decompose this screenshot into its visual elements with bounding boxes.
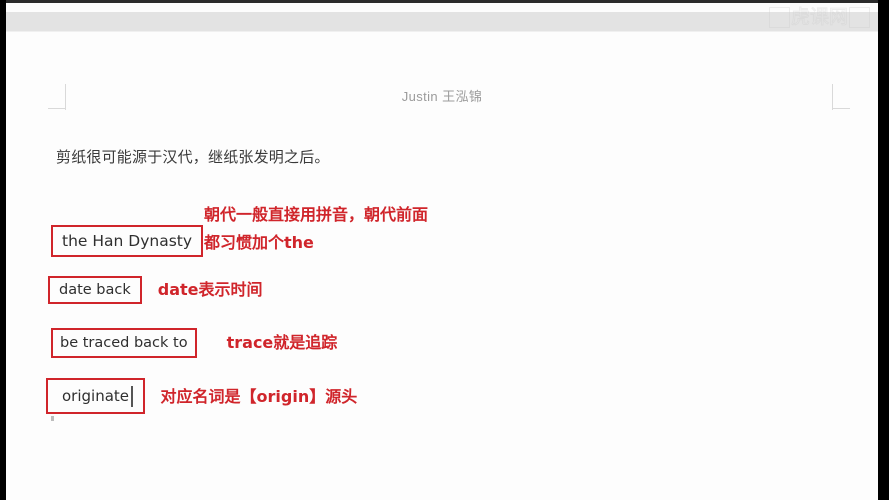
watermark-text: 虎课网 bbox=[790, 6, 848, 29]
text-cursor-caret bbox=[131, 385, 133, 407]
annotation-note-date-back: date表示时间 bbox=[157, 280, 263, 299]
term-box-date-back[interactable]: date back bbox=[48, 276, 142, 304]
annotation-note-originate: 对应名词是【origin】源头 bbox=[160, 387, 358, 406]
toolbar-strip[interactable] bbox=[6, 12, 878, 31]
document-header-author: Justin 王泓锦 bbox=[401, 89, 483, 104]
app-window: 虎课网 Justin 王泓锦 剪纸很可能源于汉代，继纸张发明之后。 the Ha… bbox=[0, 0, 889, 500]
top-rule-divider bbox=[6, 0, 878, 3]
term-label-originate: originate bbox=[62, 387, 130, 405]
annotation-row-han-dynasty: the Han Dynasty 朝代一般直接用拼音，朝代前面 都习惯加个the bbox=[51, 205, 428, 257]
watermark-logo-icon bbox=[768, 6, 790, 28]
watermark: 虎课网 bbox=[768, 6, 870, 29]
annotation-note-traced-back: trace就是追踪 bbox=[226, 333, 338, 352]
right-letterbox-bar bbox=[878, 0, 889, 500]
annotation-note-han-dynasty: 朝代一般直接用拼音，朝代前面 都习惯加个the bbox=[204, 205, 429, 252]
annotation-row-traced-back: be traced back to trace就是追踪 bbox=[51, 328, 337, 358]
watermark-frame-icon bbox=[849, 6, 870, 28]
term-label-han-dynasty: the Han Dynasty bbox=[62, 232, 193, 250]
annotation-row-date-back: date back date表示时间 bbox=[48, 276, 263, 304]
term-box-originate[interactable]: originate bbox=[46, 378, 145, 414]
document-page: 虎课网 Justin 王泓锦 剪纸很可能源于汉代，继纸张发明之后。 the Ha… bbox=[6, 0, 878, 500]
annotation-row-originate: originate 对应名词是【origin】源头 bbox=[46, 378, 357, 416]
term-label-date-back: date back bbox=[59, 282, 131, 298]
margin-mark-top-right bbox=[832, 84, 850, 110]
body-paragraph[interactable]: 剪纸很可能源于汉代，继纸张发明之后。 bbox=[56, 145, 330, 169]
term-box-traced-back[interactable]: be traced back to bbox=[51, 328, 197, 358]
term-label-traced-back: be traced back to bbox=[60, 335, 188, 351]
selection-handle-mark bbox=[51, 416, 54, 421]
term-box-han-dynasty[interactable]: the Han Dynasty bbox=[51, 225, 204, 257]
toolbar-strip-shadow bbox=[6, 31, 878, 32]
margin-mark-top-left bbox=[48, 84, 67, 110]
